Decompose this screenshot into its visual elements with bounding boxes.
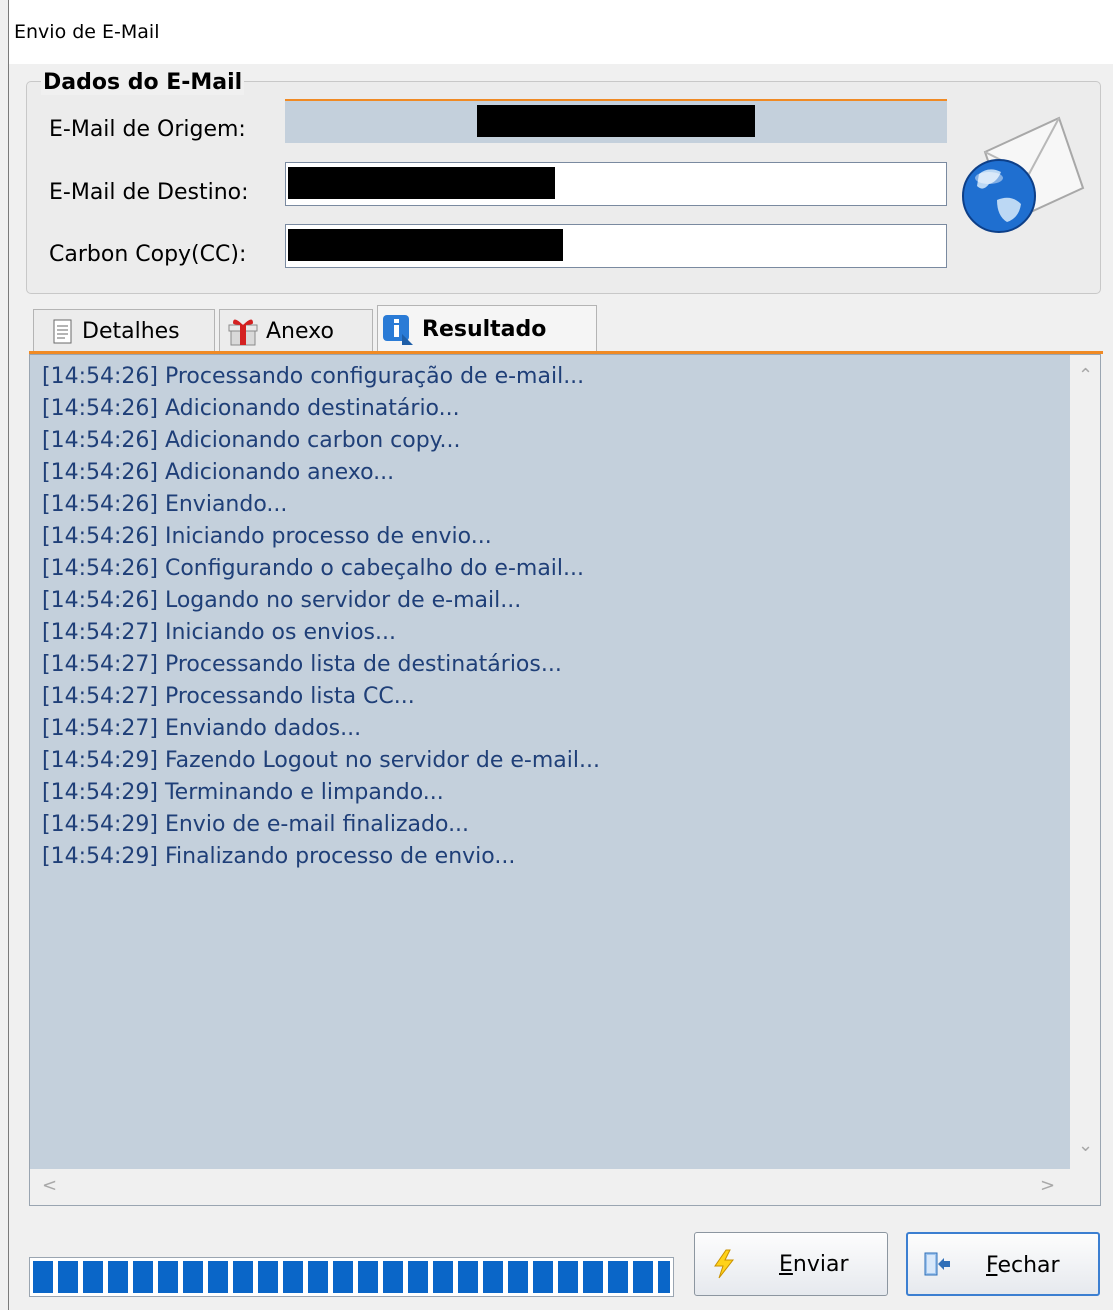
result-log-panel[interactable]: [14:54:26] Processando configuração de e… [29, 354, 1101, 1206]
tab-anexo[interactable]: Anexo [219, 309, 373, 353]
send-button[interactable]: Enviar [694, 1232, 888, 1296]
destination-email-field[interactable] [285, 162, 947, 206]
vertical-scrollbar[interactable]: ⌃ ⌄ [1070, 355, 1100, 1169]
info-icon [383, 314, 413, 345]
origin-email-field [285, 99, 947, 143]
lightning-icon [714, 1249, 735, 1279]
tab-label: Detalhes [82, 319, 180, 344]
log-list: [14:54:26] Processando configuração de e… [42, 361, 600, 873]
email-data-group: Dados do E-Mail E-Mail de Origem: E-Mail… [26, 70, 1101, 294]
log-line: [14:54:26] Adicionando carbon copy... [42, 428, 461, 453]
send-button-label: Enviar [779, 1252, 849, 1277]
scroll-right-icon[interactable]: > [1040, 1175, 1055, 1196]
close-button-label: Fechar [986, 1253, 1060, 1278]
window-title: Envio de E-Mail [14, 21, 160, 43]
log-line: [14:54:26] Iniciando processo de envio..… [42, 524, 492, 549]
log-line: [14:54:26] Configurando o cabeçalho do e… [42, 556, 585, 581]
redacted-value [288, 167, 555, 199]
log-line: [14:54:27] Processando lista de destinat… [42, 652, 562, 677]
scroll-up-icon[interactable]: ⌃ [1078, 365, 1093, 386]
cc-email-field[interactable] [285, 224, 947, 268]
email-globe-icon [962, 116, 1085, 233]
log-line: [14:54:29] Finalizando processo de envio… [42, 844, 516, 869]
close-button[interactable]: Fechar [906, 1232, 1100, 1296]
tab-resultado[interactable]: Resultado [377, 305, 597, 353]
group-legend: Dados do E-Mail [41, 70, 245, 95]
scroll-down-icon[interactable]: ⌄ [1078, 1135, 1093, 1156]
horizontal-scrollbar[interactable]: < > [30, 1169, 1100, 1205]
tab-detalhes[interactable]: Detalhes [33, 309, 215, 353]
gift-icon [228, 318, 258, 345]
progress-fill [33, 1261, 670, 1293]
email-send-window: Envio de E-Mail Dados do E-Mail E-Mail d… [8, 0, 1113, 1310]
log-line: [14:54:27] Enviando dados... [42, 716, 362, 741]
log-line: [14:54:29] Terminando e limpando... [42, 780, 444, 805]
log-line: [14:54:26] Processando configuração de e… [42, 364, 585, 389]
log-line: [14:54:26] Enviando... [42, 492, 288, 517]
log-line: [14:54:26] Adicionando destinatário... [42, 396, 460, 421]
scroll-left-icon[interactable]: < [42, 1175, 57, 1196]
log-line: [14:54:26] Adicionando anexo... [42, 460, 395, 485]
log-line: [14:54:29] Envio de e-mail finalizado... [42, 812, 470, 837]
log-line: [14:54:26] Logando no servidor de e-mail… [42, 588, 522, 613]
cc-email-label: Carbon Copy(CC): [49, 242, 247, 267]
tab-label: Resultado [422, 317, 547, 342]
destination-email-label: E-Mail de Destino: [49, 180, 249, 205]
tab-label: Anexo [266, 319, 334, 344]
tab-strip: Detalhes Anexo Resultado [29, 303, 1103, 353]
redacted-value [288, 229, 563, 261]
title-bar: Envio de E-Mail [9, 0, 1113, 64]
exit-door-icon [924, 1252, 950, 1276]
redacted-value [477, 105, 755, 137]
send-progress-bar [29, 1257, 674, 1297]
log-line: [14:54:27] Iniciando os envios... [42, 620, 396, 645]
origin-email-label: E-Mail de Origem: [49, 117, 246, 142]
document-icon [53, 319, 72, 343]
log-line: [14:54:29] Fazendo Logout no servidor de… [42, 748, 600, 773]
log-line: [14:54:27] Processando lista CC... [42, 684, 415, 709]
